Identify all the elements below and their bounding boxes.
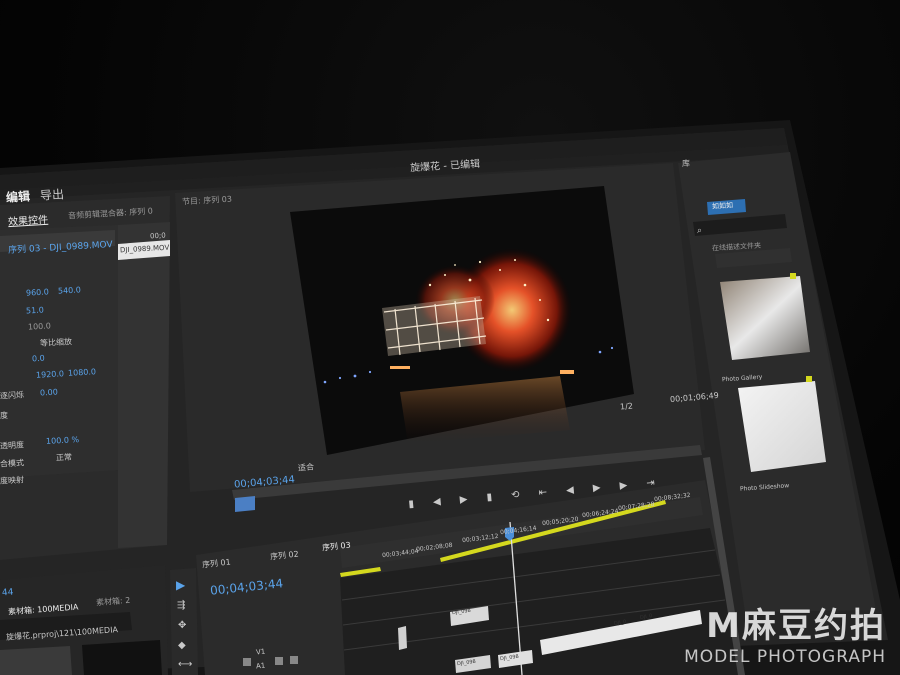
- anchor-x-value[interactable]: 1920.0: [36, 369, 64, 379]
- watermark: M麻豆约拍 MODEL PHOTOGRAPH: [684, 598, 886, 667]
- project-thumbnail-1[interactable]: [0, 646, 72, 675]
- project-timecode: 44: [1, 587, 14, 599]
- position-x-value[interactable]: 960.0: [26, 287, 49, 297]
- opacity-label: 透明度: [0, 440, 25, 451]
- photo-slideshow-thumbnail[interactable]: [738, 381, 826, 472]
- watermark-logo: M麻豆约拍: [706, 606, 886, 646]
- opacity-value[interactable]: 100.0 %: [46, 435, 79, 446]
- fit-select[interactable]: 适合: [298, 461, 315, 473]
- photo-scene: 旋爆花 - 已编辑 编辑 导出 效果控件 音频剪辑混合器: 序列 0 序列 03…: [0, 0, 900, 675]
- effect-controls-time: 00;0: [149, 231, 166, 241]
- tab-edit[interactable]: 编辑: [6, 187, 31, 205]
- opacity-section-label: 度: [0, 410, 9, 421]
- anchor-y-value[interactable]: 1080.0: [68, 367, 96, 377]
- photo-gallery-thumbnail[interactable]: [720, 276, 810, 360]
- anti-flicker-value[interactable]: 0.00: [40, 388, 58, 398]
- tab-effect-controls[interactable]: 效果控件: [8, 211, 49, 228]
- search-icon: ⌕: [696, 225, 703, 237]
- uniform-scale-label[interactable]: 等比缩放: [40, 336, 73, 349]
- watermark-subtitle: MODEL PHOTOGRAPH: [684, 647, 886, 667]
- monitor: [0, 120, 900, 675]
- razor-tool-icon[interactable]: ◆: [178, 640, 186, 651]
- anti-flicker-label: 逐闪烁: [0, 390, 25, 401]
- tab-export[interactable]: 导出: [40, 185, 65, 203]
- selection-tool-icon[interactable]: ▶: [176, 578, 185, 592]
- project-thumbnail-2[interactable]: [82, 640, 162, 675]
- resolution-select[interactable]: 1/2: [620, 401, 634, 411]
- library-title: 库: [681, 158, 691, 169]
- track-label: A1: [255, 661, 266, 671]
- library-select-label[interactable]: 如如如: [712, 200, 734, 211]
- blend-mode-select[interactable]: 正常: [56, 452, 73, 464]
- blend-mode-label: 合模式: [0, 458, 25, 469]
- position-y-value[interactable]: 540.0: [58, 285, 81, 295]
- ripple-edit-icon[interactable]: ✥: [178, 620, 186, 631]
- rotation-value[interactable]: 0.0: [32, 354, 45, 364]
- time-remap-label: 度映射: [0, 475, 25, 486]
- scale-width-value[interactable]: 100.0: [28, 321, 51, 331]
- track-label: V1: [255, 647, 266, 657]
- track-select-icon[interactable]: ⇶: [177, 600, 185, 611]
- scale-value[interactable]: 51.0: [26, 306, 44, 316]
- slip-tool-icon[interactable]: ⟷: [178, 659, 192, 670]
